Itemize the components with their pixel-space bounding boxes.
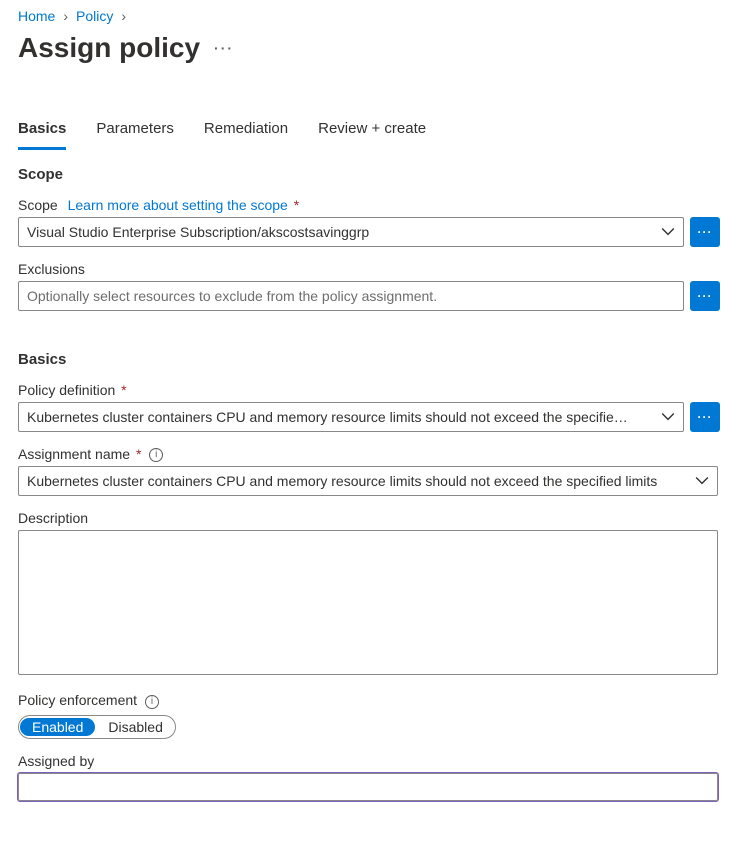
breadcrumb-home[interactable]: Home [18,8,55,24]
policy-enforcement-toggle[interactable]: Enabled Disabled [18,715,176,739]
assignment-name-input[interactable]: Kubernetes cluster containers CPU and me… [18,466,718,496]
exclusions-picker-button[interactable]: ··· [690,281,720,311]
chevron-down-icon [661,225,675,239]
policy-enforcement-label: Policy enforcement [18,692,137,708]
required-indicator: * [121,382,126,398]
chevron-down-icon [661,410,675,424]
breadcrumb: Home › Policy › [18,8,720,24]
assigned-by-label: Assigned by [18,753,720,769]
info-icon[interactable]: i [149,448,163,462]
exclusions-input[interactable]: Optionally select resources to exclude f… [18,281,684,311]
policy-enforcement-label-row: Policy enforcement i [18,692,720,708]
more-actions-icon[interactable]: ··· [214,40,234,56]
required-indicator: * [294,197,299,213]
toggle-enabled[interactable]: Enabled [20,718,95,736]
assignment-name-label-row: Assignment name * i [18,446,720,462]
description-label: Description [18,510,720,526]
policy-definition-label: Policy definition [18,382,115,398]
info-icon[interactable]: i [145,695,159,709]
breadcrumb-policy[interactable]: Policy [76,8,113,24]
policy-definition-input[interactable]: Kubernetes cluster containers CPU and me… [18,402,684,432]
chevron-right-icon: › [121,8,126,24]
tab-review-create[interactable]: Review + create [318,118,426,150]
scope-heading: Scope [18,166,720,183]
policy-definition-picker-button[interactable]: ··· [690,402,720,432]
chevron-right-icon: › [63,8,68,24]
description-textarea[interactable] [18,530,718,675]
scope-label-row: Scope Learn more about setting the scope… [18,197,720,213]
scope-label: Scope [18,197,58,213]
assignment-name-value: Kubernetes cluster containers CPU and me… [27,473,695,489]
scope-picker-button[interactable]: ··· [690,217,720,247]
basics-heading: Basics [18,351,720,368]
scope-learn-more-link[interactable]: Learn more about setting the scope [68,197,288,213]
page-title-row: Assign policy ··· [18,32,720,64]
chevron-down-icon [695,474,709,488]
assigned-by-input[interactable] [18,773,718,801]
assignment-name-label: Assignment name [18,446,130,462]
tab-remediation[interactable]: Remediation [204,118,288,150]
required-indicator: * [136,446,141,462]
tabs: Basics Parameters Remediation Review + c… [18,118,720,150]
scope-value: Visual Studio Enterprise Subscription/ak… [27,224,661,240]
tab-basics[interactable]: Basics [18,118,66,150]
tab-parameters[interactable]: Parameters [96,118,174,150]
scope-input[interactable]: Visual Studio Enterprise Subscription/ak… [18,217,684,247]
policy-definition-value: Kubernetes cluster containers CPU and me… [27,409,661,425]
page-title: Assign policy [18,32,200,64]
toggle-disabled[interactable]: Disabled [96,717,174,737]
policy-definition-label-row: Policy definition * [18,382,720,398]
exclusions-placeholder: Optionally select resources to exclude f… [27,288,675,304]
exclusions-label: Exclusions [18,261,720,277]
